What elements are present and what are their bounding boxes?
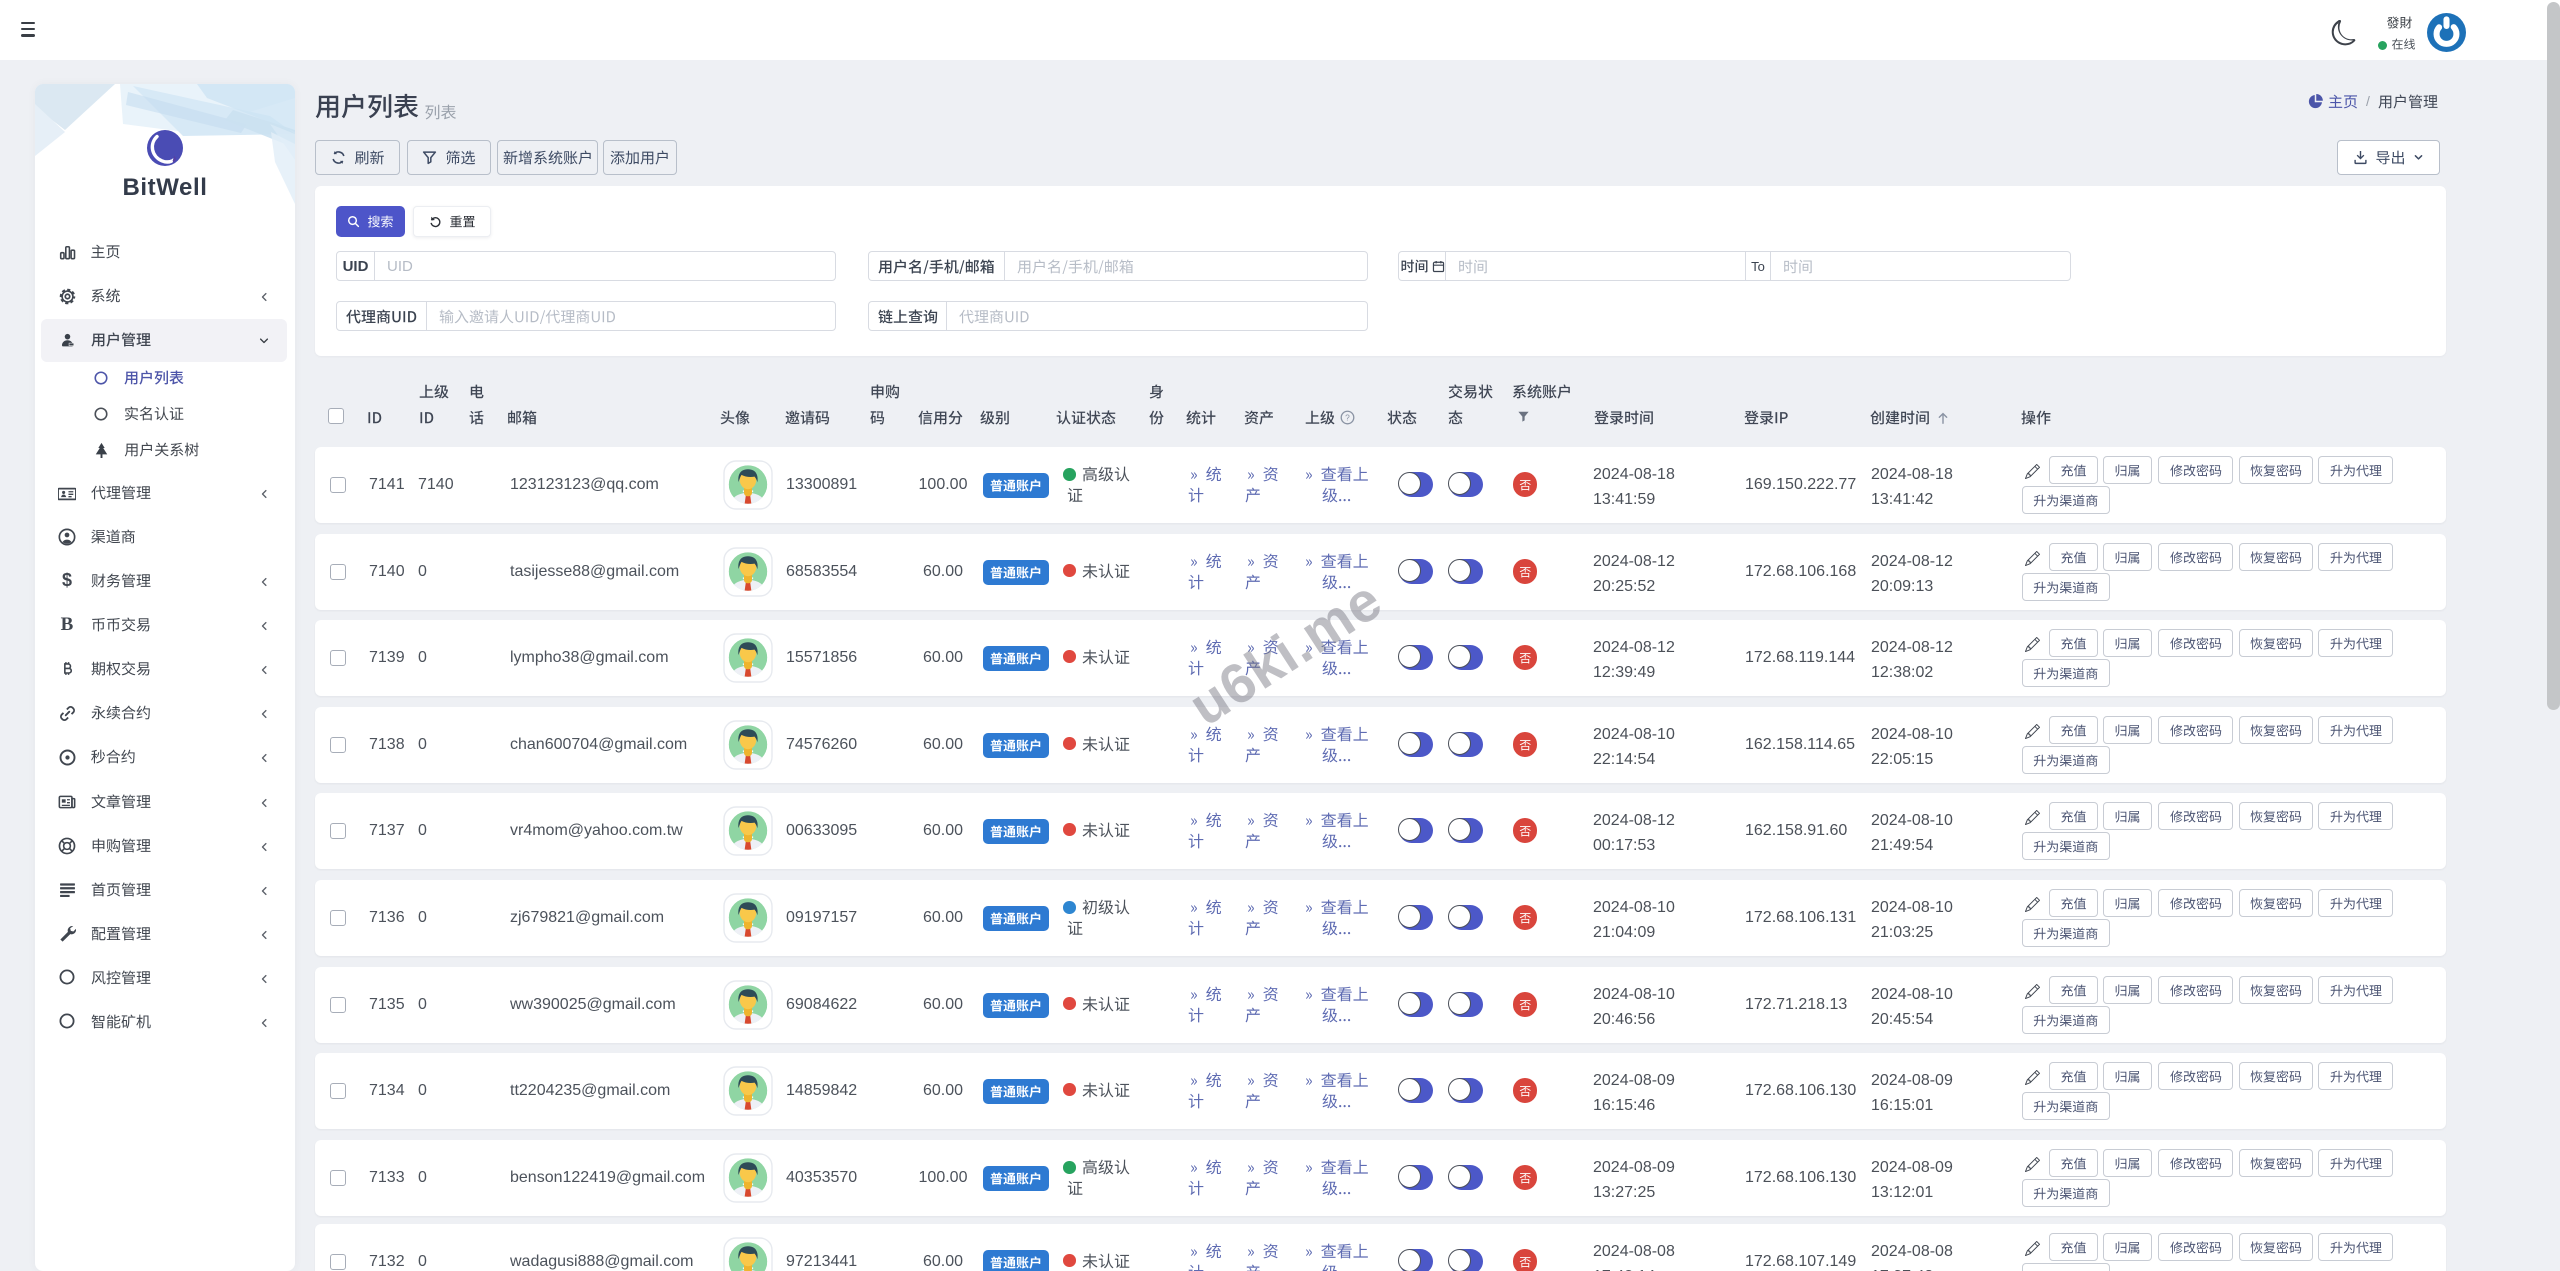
svg-text:?: ? [1345, 413, 1350, 423]
